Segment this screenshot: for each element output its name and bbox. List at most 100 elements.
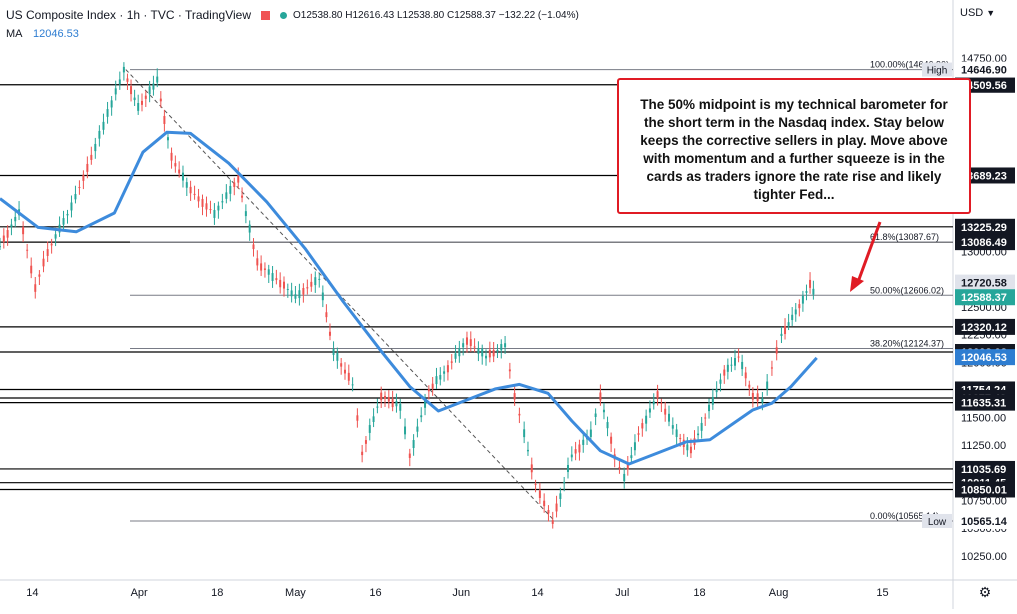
candle-body <box>446 365 449 373</box>
ma-label: MA <box>6 28 22 40</box>
candle-body <box>241 195 244 198</box>
gear-icon: ⚙ <box>979 584 992 600</box>
candle-body <box>94 143 97 152</box>
x-tick-label: 14 <box>26 587 38 599</box>
candle-body <box>794 309 797 315</box>
price-tag-label: 10565.14 <box>961 516 1008 528</box>
candle-body <box>282 281 285 289</box>
candle-body <box>170 152 173 161</box>
candle-body <box>286 288 289 290</box>
candle-body <box>50 243 53 246</box>
candle-body <box>174 163 177 167</box>
candle-body <box>715 389 718 393</box>
x-tick-label: Aug <box>769 587 789 599</box>
chevron-down-icon: ▼ <box>986 8 996 18</box>
candle-body <box>201 198 204 207</box>
x-tick-label: 15 <box>876 587 888 599</box>
y-tick-label: 11500.00 <box>961 413 1006 425</box>
candle-body <box>10 224 13 228</box>
candle-body <box>570 454 573 458</box>
candle-body <box>458 348 461 357</box>
symbol-title[interactable]: US Composite Index · 1h · TVC · TradingV… <box>6 8 251 22</box>
candle-body <box>513 393 516 400</box>
x-tick-label: Jul <box>615 587 629 599</box>
candle-body <box>166 137 169 141</box>
candle-body <box>294 294 297 299</box>
extreme-label: Low <box>928 517 947 528</box>
x-tick-label: Apr <box>131 587 148 599</box>
candle-body <box>623 473 626 482</box>
candle-body <box>462 343 465 348</box>
x-tick-label: 14 <box>531 587 543 599</box>
candle-body <box>412 440 415 448</box>
x-tick-label: 18 <box>211 587 223 599</box>
extreme-label: High <box>927 66 948 77</box>
candle-body <box>526 449 529 452</box>
candle-body <box>380 392 383 401</box>
candle-body <box>193 193 196 195</box>
candle-body <box>225 192 228 199</box>
candle-body <box>106 109 109 117</box>
currency-selector[interactable]: USD ▼ <box>960 7 995 19</box>
candle-body <box>217 205 220 211</box>
candle-body <box>563 481 566 484</box>
candle-body <box>351 384 354 386</box>
candle-body <box>197 196 200 202</box>
candle-body <box>469 339 472 347</box>
candle-body <box>22 227 25 235</box>
candle-body <box>86 163 89 172</box>
candle-body <box>237 175 240 183</box>
flag-icon[interactable] <box>261 10 270 20</box>
candle-body <box>26 249 29 251</box>
annotation-text: The 50% midpoint is my technical baromet… <box>640 97 948 202</box>
annotation-arrow <box>856 221 882 283</box>
candle-body <box>368 425 371 433</box>
candle-body <box>730 364 733 366</box>
candle-body <box>314 277 317 286</box>
candle-body <box>675 429 678 438</box>
candle-body <box>90 154 93 160</box>
candle-body <box>744 372 747 379</box>
candle-body <box>66 213 69 216</box>
candle-body <box>602 409 605 413</box>
candle-body <box>260 263 263 271</box>
x-tick-label: 16 <box>369 587 381 599</box>
x-tick-label: Jun <box>452 587 470 599</box>
candle-body <box>599 392 602 401</box>
candle-body <box>62 218 65 225</box>
candle-body <box>275 278 278 281</box>
candle-body <box>185 182 188 188</box>
candle-body <box>589 429 592 437</box>
candle-body <box>697 433 700 436</box>
candle-body <box>156 76 159 83</box>
level-price-label: 10850.01 <box>961 484 1007 496</box>
candle-body <box>306 287 309 289</box>
price-tag-label: 12720.58 <box>961 278 1007 290</box>
candle-body <box>492 349 495 357</box>
fib-label: 50.00%(12606.02) <box>870 285 944 295</box>
annotation-box[interactable]: The 50% midpoint is my technical baromet… <box>617 78 971 214</box>
level-price-label: 11635.31 <box>961 398 1006 410</box>
candle-body <box>787 322 790 326</box>
candle-body <box>751 392 754 400</box>
x-tick-label: May <box>285 587 306 599</box>
candle-body <box>719 379 722 384</box>
y-tick-label: 10250.00 <box>961 551 1007 563</box>
candle-body <box>594 413 597 417</box>
candle-body <box>54 234 57 239</box>
candle-body <box>700 422 703 431</box>
candle-body <box>46 249 49 256</box>
candle-body <box>263 268 266 270</box>
candle-body <box>137 102 140 111</box>
candle-body <box>209 209 212 211</box>
candle-body <box>812 288 815 295</box>
candle-body <box>485 355 488 359</box>
candle-body <box>809 279 812 288</box>
candle-body <box>361 451 364 456</box>
candle-body <box>372 416 375 423</box>
candle-body <box>420 415 423 418</box>
candle-body <box>347 372 350 381</box>
ma-legend[interactable]: MA 12046.53 <box>6 28 79 40</box>
candle-body <box>668 413 671 422</box>
candle-body <box>302 287 305 295</box>
